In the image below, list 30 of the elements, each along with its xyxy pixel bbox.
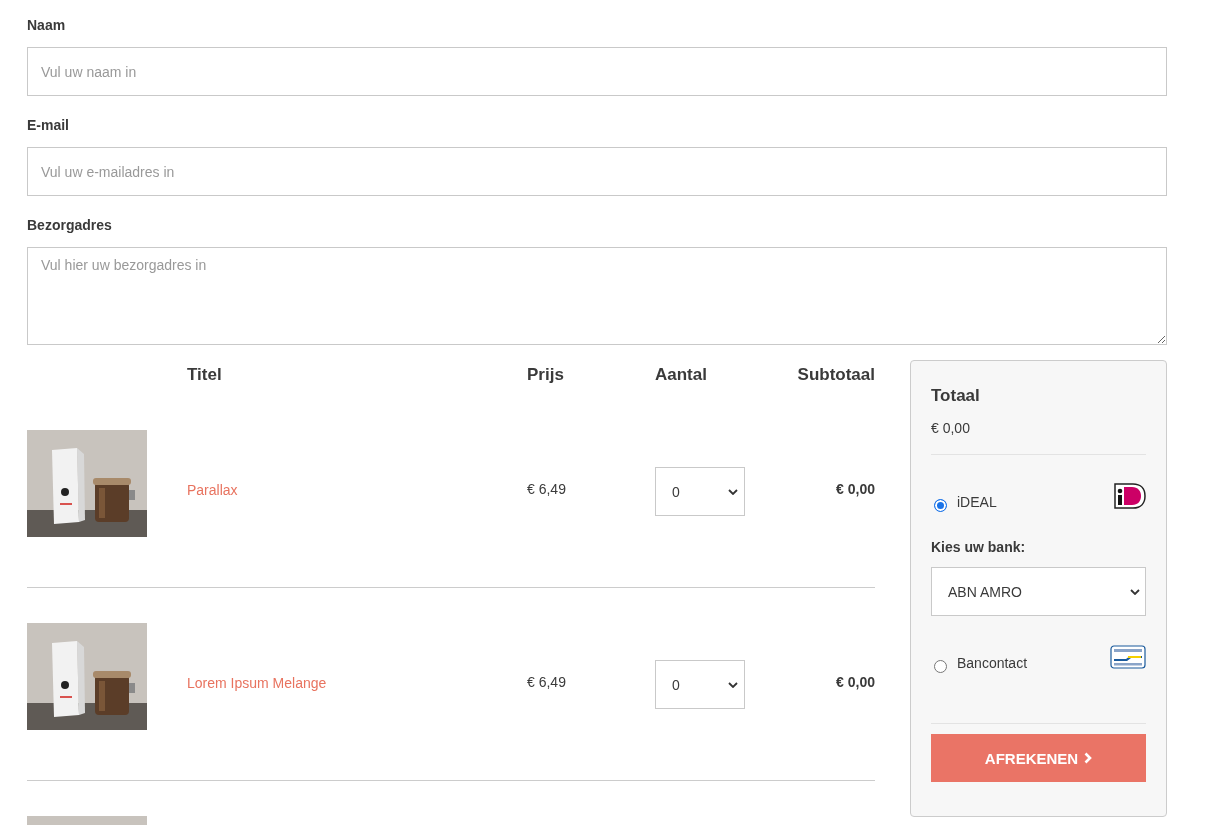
column-header: Prijs xyxy=(527,364,565,385)
chevron-icon xyxy=(728,488,738,495)
column-header: Subtotaal xyxy=(796,364,875,385)
subtotal: € 0,00 xyxy=(835,673,875,690)
quantity-select[interactable]: 0 xyxy=(655,467,745,516)
column-header: Titel xyxy=(187,364,223,385)
field-label: Naam xyxy=(27,16,67,34)
input-field[interactable]: Vul uw e-mailadres in xyxy=(27,147,1167,196)
chevron-icon xyxy=(1130,588,1140,595)
field-label: E-mail xyxy=(27,116,70,134)
subtotal: € 0,00 xyxy=(835,480,875,497)
radio-button[interactable] xyxy=(934,659,947,673)
chevron-icon xyxy=(728,681,738,688)
bank-card-logo-icon xyxy=(1110,645,1146,669)
total-amount: € 0,00 xyxy=(931,420,971,436)
chevron-right-icon xyxy=(1084,752,1093,764)
quantity-select[interactable]: 0 xyxy=(655,660,745,709)
field-label: Bezorgadres xyxy=(27,216,113,234)
bank-label: Kies uw bank: xyxy=(931,539,1027,555)
radio-button[interactable] xyxy=(934,498,947,512)
product-price: € 6,49 xyxy=(527,673,567,690)
column-header: Aantal xyxy=(655,364,708,385)
text-area[interactable]: Vul hier uw bezorgadres in xyxy=(27,247,1167,345)
payment-label: iDEAL xyxy=(957,494,998,510)
input-field[interactable]: Vul uw naam in xyxy=(27,47,1167,96)
payment-label: Bancontact xyxy=(957,655,1029,671)
bank-select[interactable]: ABN AMRO xyxy=(931,567,1146,616)
product-price: € 6,49 xyxy=(527,480,567,497)
summary-title: Totaal xyxy=(931,386,981,406)
ideal-logo-icon xyxy=(1114,483,1146,509)
